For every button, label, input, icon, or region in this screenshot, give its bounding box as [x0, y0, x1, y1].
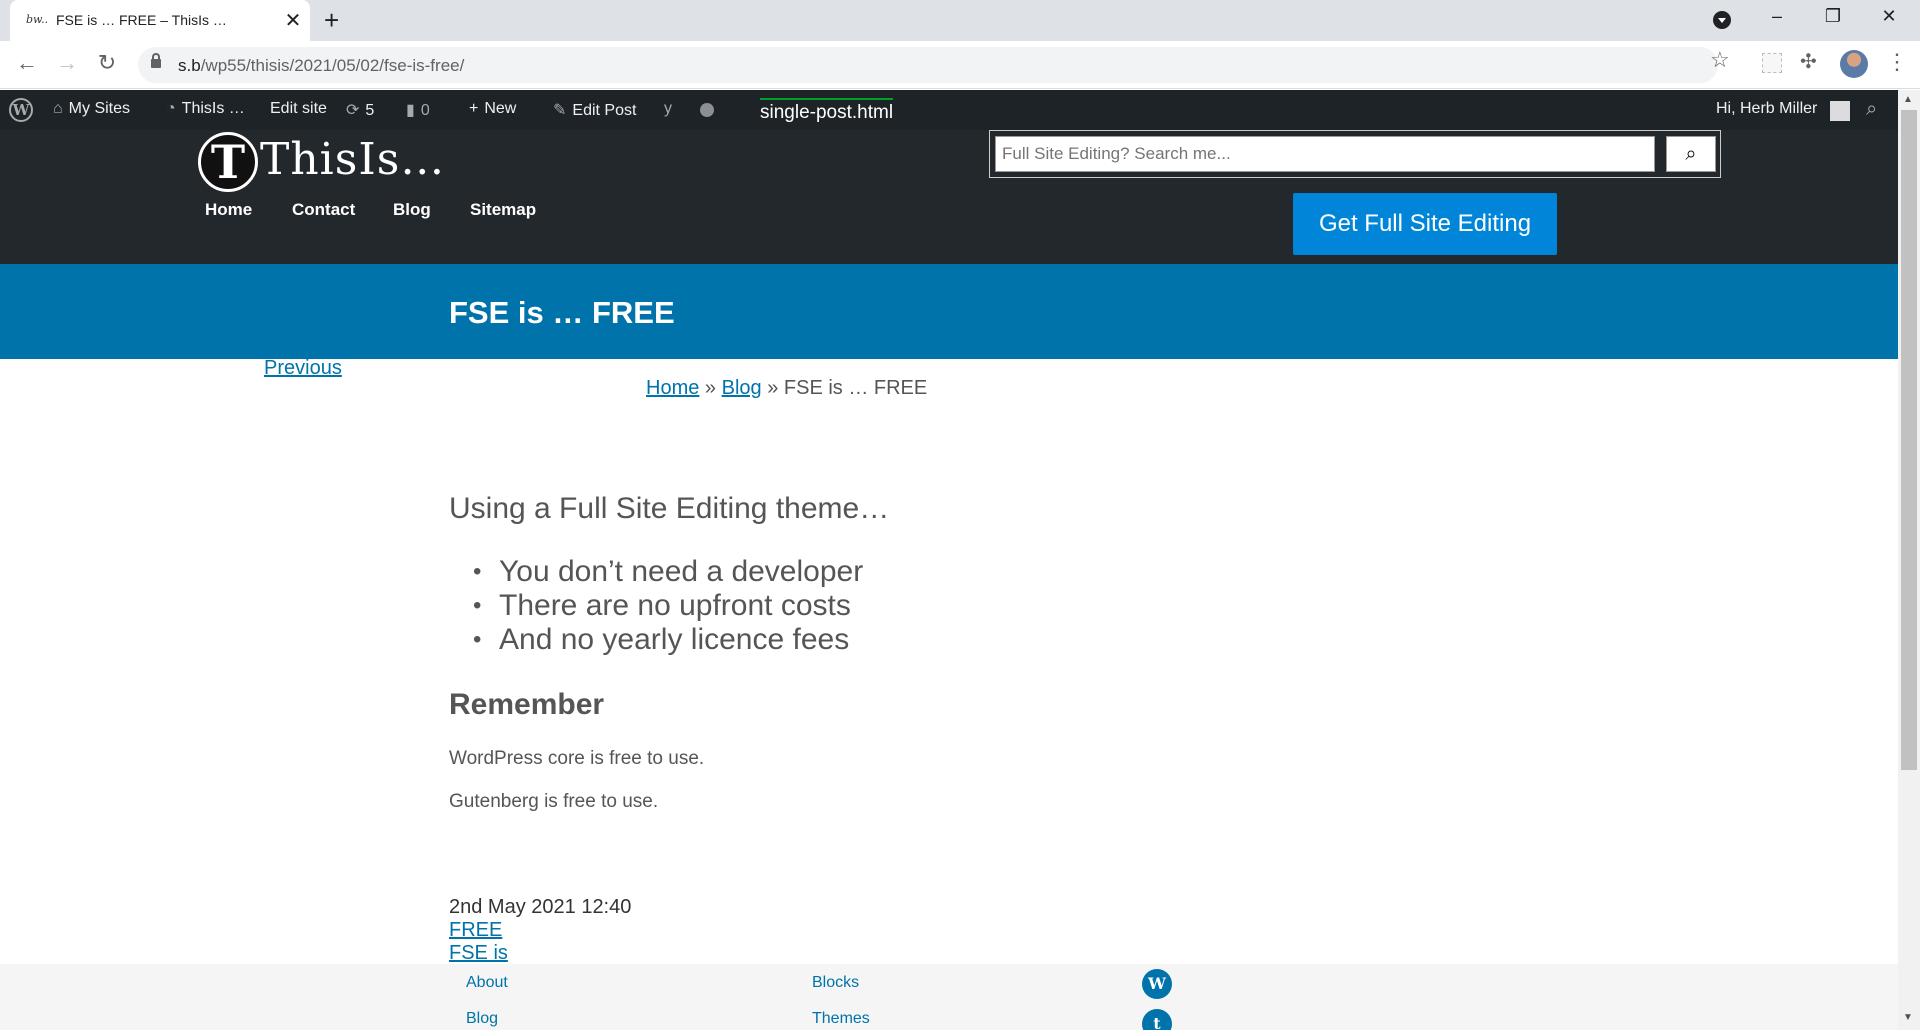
list-item: And no yearly licence fees — [473, 623, 863, 657]
get-full-site-editing-button[interactable]: Get Full Site Editing — [1293, 193, 1557, 255]
site-footer: About Blog Blocks Themes W t — [0, 964, 1898, 1030]
search-icon: ⌕ — [1685, 143, 1697, 165]
minimize-icon[interactable]: – — [1762, 6, 1792, 27]
search-button[interactable]: ⌕ — [1666, 136, 1716, 172]
browser-tab[interactable]: bw.. FSE is … FREE – ThisIs … ✕ — [10, 0, 310, 41]
address-bar[interactable]: s.b/wp55/thisis/2021/05/02/fse-is-free/ — [138, 47, 1718, 83]
back-icon[interactable]: ← — [12, 50, 42, 76]
nav-home[interactable]: Home — [205, 200, 252, 220]
breadcrumb: Home » Blog » FSE is … FREE — [646, 377, 927, 400]
wp-admin-bar: W ⌂ My Sites ◔ ThisIs … Edit site ⟳ 5 ▮ 0 + N… — [0, 90, 1898, 130]
user-avatar[interactable] — [1830, 101, 1850, 121]
post-title: FSE is … FREE — [449, 295, 675, 330]
dashboard-icon: ◔ — [166, 100, 176, 117]
edit-post-link[interactable]: ✎ Edit Post — [553, 100, 636, 120]
site-search: ⌕ — [989, 130, 1721, 178]
nav-sitemap[interactable]: Sitemap — [470, 200, 536, 220]
twitter-icon[interactable]: t — [1142, 1009, 1172, 1030]
tab-search-icon[interactable] — [1713, 11, 1731, 29]
footer-blog-link[interactable]: Blog — [466, 1010, 498, 1028]
tag-link[interactable]: FREE — [449, 919, 502, 942]
footer-about-link[interactable]: About — [466, 974, 508, 992]
paragraph: WordPress core is free to use. — [449, 748, 705, 769]
remember-heading: Remember — [449, 688, 605, 721]
restore-icon[interactable]: ❐ — [1818, 6, 1848, 27]
scroll-up-icon[interactable]: ▲ — [1903, 94, 1913, 105]
my-sites-icon: ⌂ — [53, 100, 63, 117]
breadcrumb-current: FSE is … FREE — [783, 377, 928, 399]
nav-contact[interactable]: Contact — [292, 200, 355, 220]
admin-search-icon[interactable]: ⌕ — [1866, 98, 1877, 121]
reload-icon[interactable]: ↻ — [92, 50, 122, 76]
site-logo-icon[interactable]: T — [198, 132, 258, 192]
benefits-list: You don’t need a developer There are no … — [473, 555, 863, 657]
breadcrumb-separator: » — [704, 377, 717, 399]
plus-icon: + — [469, 100, 479, 117]
url-text[interactable]: s.b/wp55/thisis/2021/05/02/fse-is-free/ — [178, 56, 464, 76]
profile-avatar[interactable] — [1840, 50, 1868, 78]
site-header: T ThisIs… Home Contact Blog Sitemap ⌕ Ge… — [0, 130, 1898, 264]
tab-title: FSE is … FREE – ThisIs … — [56, 12, 227, 28]
previous-post-link[interactable]: Previous — [264, 357, 342, 380]
site-name-menu[interactable]: ◔ ThisIs … — [166, 100, 245, 118]
post-intro: Using a Full Site Editing theme… — [449, 492, 890, 525]
edit-site-link[interactable]: Edit site — [270, 100, 327, 118]
site-title[interactable]: ThisIs… — [260, 134, 445, 185]
comment-icon: ▮ — [406, 102, 415, 119]
browser-toolbar: ← → ↻ s.b/wp55/thisis/2021/05/02/fse-is-… — [0, 41, 1920, 89]
my-sites-menu[interactable]: ⌂ My Sites — [53, 100, 130, 118]
search-input[interactable] — [995, 136, 1655, 172]
footer-blocks-link[interactable]: Blocks — [812, 974, 859, 992]
breadcrumb-separator: » — [767, 377, 779, 399]
new-tab-icon[interactable]: + — [324, 5, 339, 36]
extension-icon[interactable] — [1762, 53, 1782, 73]
nav-blog[interactable]: Blog — [393, 200, 431, 220]
list-item: You don’t need a developer — [473, 555, 863, 589]
breadcrumb-blog[interactable]: Blog — [722, 377, 762, 399]
close-window-icon[interactable]: ✕ — [1874, 6, 1904, 27]
updates-link[interactable]: ⟳ 5 — [346, 100, 374, 120]
new-content-menu[interactable]: + New — [469, 100, 516, 118]
list-item: There are no upfront costs — [473, 589, 863, 623]
forward-icon[interactable]: → — [52, 50, 82, 76]
site-favicon-icon: bw.. — [26, 13, 49, 26]
tag-link[interactable]: FSE is — [449, 942, 508, 965]
scrollbar-thumb[interactable] — [1901, 110, 1917, 770]
wordpress-logo-icon[interactable]: W — [9, 98, 33, 122]
bookmark-star-icon[interactable]: ☆ — [1710, 47, 1730, 73]
browser-menu-icon[interactable]: ⋮ — [1886, 49, 1908, 75]
lock-icon[interactable] — [151, 53, 161, 68]
pencil-icon: ✎ — [553, 102, 567, 119]
scroll-down-icon[interactable]: ▼ — [1903, 1012, 1913, 1023]
yoast-icon[interactable]: y — [664, 100, 672, 118]
footer-themes-link[interactable]: Themes — [812, 1010, 870, 1028]
extensions-puzzle-icon[interactable]: ✣ — [1800, 49, 1820, 73]
updates-icon: ⟳ — [346, 102, 360, 119]
comments-link[interactable]: ▮ 0 — [406, 100, 430, 120]
paragraph: Gutenberg is free to use. — [449, 791, 659, 812]
template-label: single-post.html — [760, 98, 894, 124]
browser-tab-bar: bw.. FSE is … FREE – ThisIs … ✕ + – ❐ ✕ — [0, 0, 1920, 41]
wordpress-icon[interactable]: W — [1142, 969, 1172, 999]
page-scrollbar[interactable]: ▲ ▼ — [1898, 90, 1920, 1030]
status-dot-icon[interactable] — [700, 103, 714, 117]
close-tab-icon[interactable]: ✕ — [282, 8, 304, 33]
user-greeting[interactable]: Hi, Herb Miller — [1716, 100, 1817, 118]
breadcrumb-home[interactable]: Home — [646, 377, 699, 399]
post-date: 2nd May 2021 12:40 — [449, 896, 632, 918]
post-title-band: FSE is … FREE — [0, 264, 1898, 359]
